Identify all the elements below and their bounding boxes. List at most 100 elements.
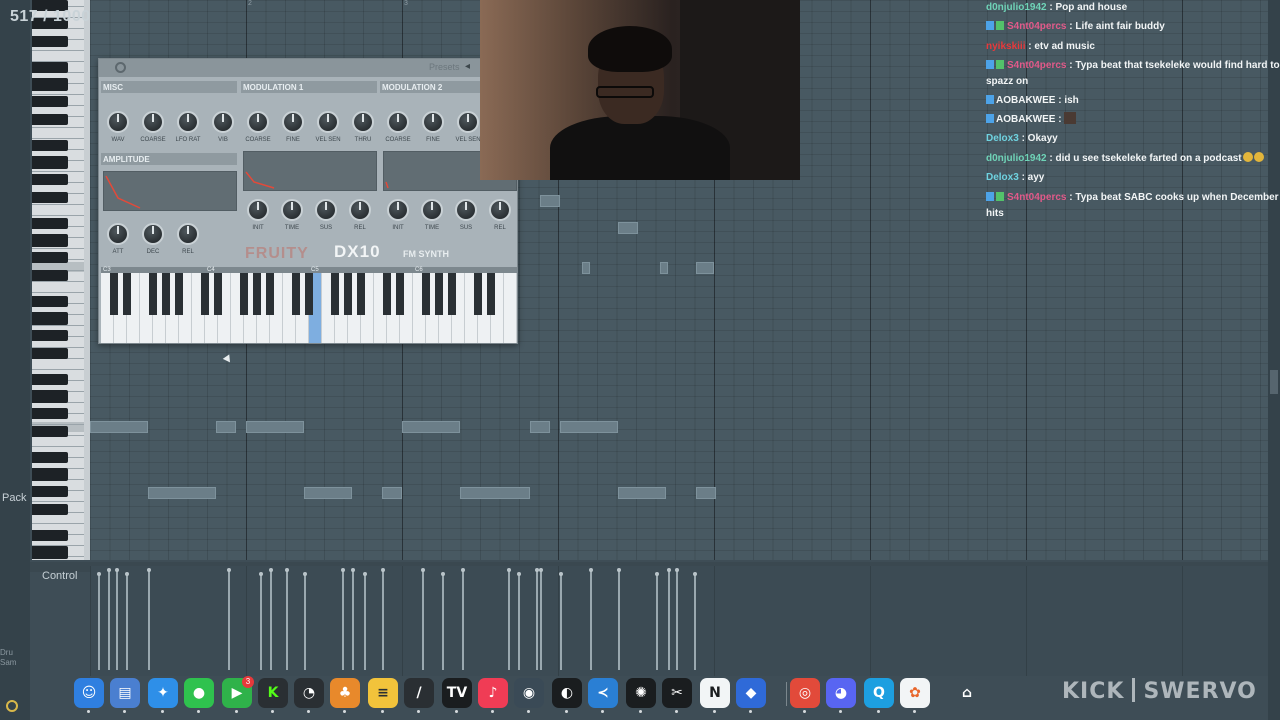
plugin-black-key[interactable]: [357, 273, 365, 315]
black-key[interactable]: [32, 192, 68, 203]
chat-username[interactable]: AOBAKWEE: [996, 95, 1055, 106]
search-icon[interactable]: [6, 700, 18, 712]
velocity-bar[interactable]: [227, 568, 231, 670]
midi-note[interactable]: [660, 262, 668, 274]
velocity-bar[interactable]: [147, 568, 151, 670]
black-key[interactable]: [32, 374, 68, 385]
photos-icon[interactable]: ✿: [900, 678, 930, 708]
presets-label[interactable]: Presets: [429, 62, 460, 72]
plugin-black-key[interactable]: [214, 273, 222, 315]
plugin-black-key[interactable]: [253, 273, 261, 315]
chat-username[interactable]: S4nt04percs: [1007, 192, 1066, 203]
quicktime-icon[interactable]: Q: [864, 678, 894, 708]
midi-note[interactable]: [246, 421, 304, 433]
velocity-bar[interactable]: [107, 568, 111, 670]
chatgpt-icon[interactable]: ✺: [626, 678, 656, 708]
black-key[interactable]: [32, 348, 68, 359]
amp-knob[interactable]: [142, 223, 164, 245]
velocity-bar[interactable]: [535, 568, 539, 670]
notes-icon[interactable]: ≡: [368, 678, 398, 708]
github-icon[interactable]: ◐: [552, 678, 582, 708]
dx10-plugin-window[interactable]: Presets ◂ MISC MODULATION 1 MODULATION 2…: [98, 58, 519, 344]
velocity-bar[interactable]: [441, 572, 445, 670]
plugin-black-key[interactable]: [305, 273, 313, 315]
chat-username[interactable]: AOBAKWEE: [996, 114, 1055, 125]
black-key[interactable]: [32, 234, 68, 245]
finder-icon[interactable]: ☺: [74, 678, 104, 708]
velocity-bar[interactable]: [363, 572, 367, 670]
midi-note[interactable]: [402, 421, 460, 433]
midi-note[interactable]: [696, 262, 714, 274]
midi-note[interactable]: [540, 195, 560, 207]
plugin-black-key[interactable]: [240, 273, 248, 315]
discord-icon[interactable]: ◕: [826, 678, 856, 708]
velocity-bar[interactable]: [341, 568, 345, 670]
velocity-bar[interactable]: [589, 568, 593, 670]
pack-label[interactable]: Pack: [2, 492, 26, 504]
midi-note[interactable]: [560, 421, 618, 433]
velocity-bar[interactable]: [285, 568, 289, 670]
midi-note[interactable]: [460, 487, 530, 499]
chat-username[interactable]: S4nt04percs: [1007, 21, 1066, 32]
mod1-knob[interactable]: [282, 111, 304, 133]
env2-knob[interactable]: [489, 199, 511, 221]
black-key[interactable]: [32, 468, 68, 479]
black-key[interactable]: [32, 62, 68, 73]
black-key[interactable]: [32, 330, 68, 341]
misc-knob[interactable]: [177, 111, 199, 133]
env1-knob[interactable]: [247, 199, 269, 221]
black-key[interactable]: [32, 218, 68, 229]
gear-icon[interactable]: [115, 62, 126, 73]
velocity-bar[interactable]: [667, 568, 671, 670]
messages-icon[interactable]: ●: [184, 678, 214, 708]
midi-note[interactable]: [304, 487, 352, 499]
mod1-envelope-display[interactable]: [243, 151, 377, 191]
amplitude-envelope-display[interactable]: [103, 171, 237, 211]
black-key[interactable]: [32, 546, 68, 557]
black-key[interactable]: [32, 174, 68, 185]
midi-note[interactable]: [382, 487, 402, 499]
trash-icon[interactable]: ⌂: [952, 678, 982, 708]
black-key[interactable]: [32, 312, 68, 323]
env2-knob[interactable]: [455, 199, 477, 221]
vscode-icon[interactable]: ≺: [588, 678, 618, 708]
black-key[interactable]: [32, 96, 68, 107]
plugin-black-key[interactable]: [448, 273, 456, 315]
macos-dock[interactable]: ☺ ▤ ✦ ● ▶ 3 K ◔ ♣ ≡ / TV ♪ ◉ ◐ ≺ ✺ ✂ N ◆ ◎ ◕ Q ✿ ⌂: [68, 676, 992, 713]
velocity-bar[interactable]: [461, 568, 465, 670]
velocity-bar[interactable]: [97, 572, 101, 670]
velocity-bar[interactable]: [675, 568, 679, 670]
velocity-bar[interactable]: [559, 572, 563, 670]
piano-keyboard[interactable]: [32, 0, 90, 560]
black-key[interactable]: [32, 296, 68, 307]
chat-username[interactable]: Delox3: [986, 133, 1019, 144]
plugin-black-key[interactable]: [123, 273, 131, 315]
velocity-bar[interactable]: [351, 568, 355, 670]
chat-username[interactable]: S4nt04percs: [1007, 60, 1066, 71]
black-key[interactable]: [32, 252, 68, 263]
fl-studio-icon[interactable]: ♣: [330, 678, 360, 708]
chrome-icon[interactable]: ◎: [790, 678, 820, 708]
black-key[interactable]: [32, 452, 68, 463]
midi-note[interactable]: [530, 421, 550, 433]
midi-note[interactable]: [696, 487, 716, 499]
misc-knob[interactable]: [212, 111, 234, 133]
env1-knob[interactable]: [315, 199, 337, 221]
plugin-black-key[interactable]: [422, 273, 430, 315]
black-key[interactable]: [32, 156, 68, 167]
velocity-bar[interactable]: [617, 568, 621, 670]
plugin-black-key[interactable]: [201, 273, 209, 315]
plugin-black-key[interactable]: [331, 273, 339, 315]
chat-username[interactable]: d0njulio1942: [986, 2, 1047, 13]
mod1-knob[interactable]: [317, 111, 339, 133]
control-lane-label[interactable]: Control: [42, 570, 77, 582]
black-key[interactable]: [32, 36, 68, 47]
velocity-bar[interactable]: [269, 568, 273, 670]
misc-knob[interactable]: [142, 111, 164, 133]
chat-username[interactable]: d0njulio1942: [986, 153, 1047, 164]
misc-knob[interactable]: [107, 111, 129, 133]
black-key[interactable]: [32, 408, 68, 419]
mod2-knob[interactable]: [422, 111, 444, 133]
black-key[interactable]: [32, 114, 68, 125]
black-key[interactable]: [32, 140, 68, 151]
